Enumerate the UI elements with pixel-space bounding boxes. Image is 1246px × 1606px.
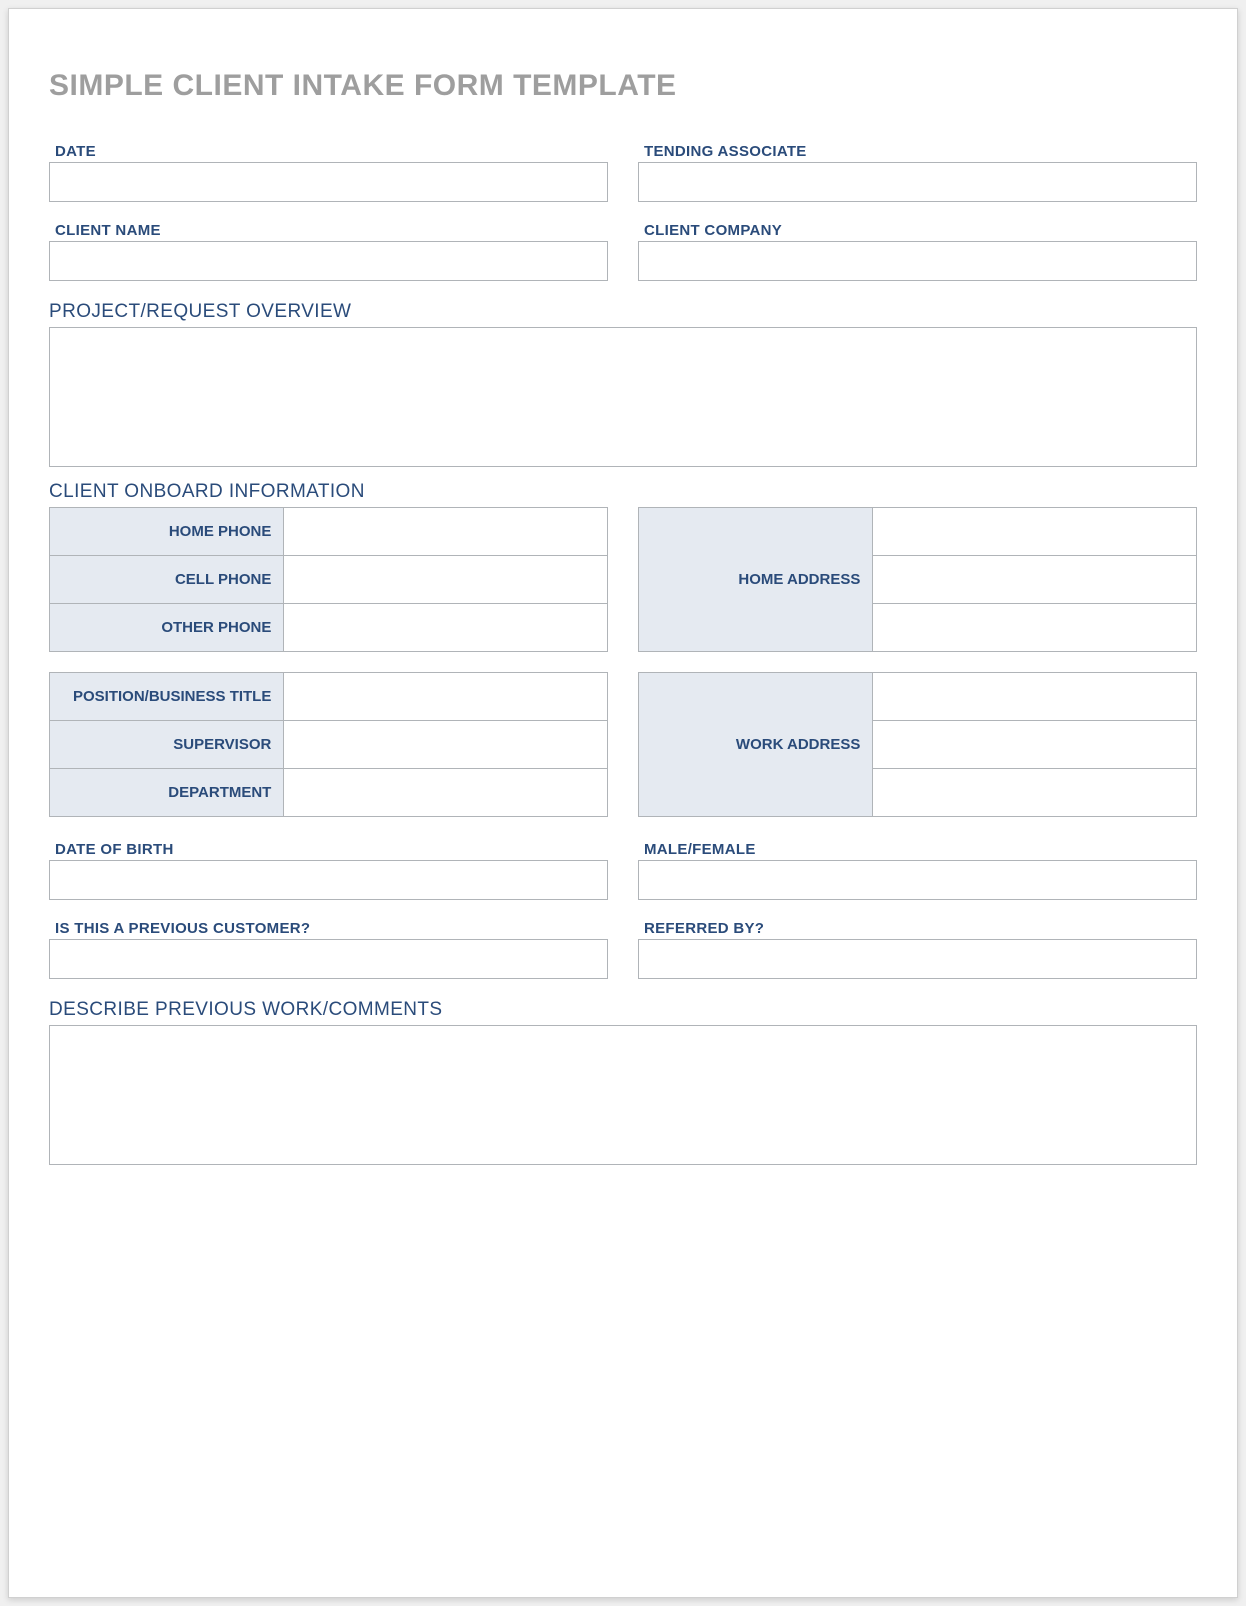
referred-by-label: REFERRED BY?	[644, 920, 1197, 937]
home-phone-label: HOME PHONE	[50, 508, 284, 556]
previous-customer-label: IS THIS A PREVIOUS CUSTOMER?	[55, 920, 608, 937]
dob-label: DATE OF BIRTH	[55, 841, 608, 858]
tending-associate-label: TENDING ASSOCIATE	[644, 143, 1197, 160]
supervisor-label: SUPERVISOR	[50, 721, 284, 769]
previous-customer-input[interactable]	[49, 939, 608, 979]
position-label: POSITION/BUSINESS TITLE	[50, 673, 284, 721]
date-input[interactable]	[49, 162, 608, 202]
dob-input[interactable]	[49, 860, 608, 900]
gender-input[interactable]	[638, 860, 1197, 900]
home-address-input-2[interactable]	[873, 556, 1196, 603]
project-overview-label: PROJECT/REQUEST OVERVIEW	[49, 301, 1197, 323]
work-address-input-1[interactable]	[873, 673, 1196, 720]
date-label: DATE	[55, 143, 608, 160]
gender-label: MALE/FEMALE	[644, 841, 1197, 858]
cell-phone-label: CELL PHONE	[50, 556, 284, 604]
home-phone-input[interactable]	[284, 508, 607, 555]
client-onboard-label: CLIENT ONBOARD INFORMATION	[49, 481, 1197, 503]
row-date-associate: DATE TENDING ASSOCIATE	[49, 143, 1197, 202]
phones-table: HOME PHONE CELL PHONE OTHER PHONE	[49, 507, 608, 652]
project-overview-section: PROJECT/REQUEST OVERVIEW	[49, 301, 1197, 467]
referred-by-input[interactable]	[638, 939, 1197, 979]
client-company-label: CLIENT COMPANY	[644, 222, 1197, 239]
work-address-table: WORK ADDRESS	[638, 672, 1197, 817]
client-name-input[interactable]	[49, 241, 608, 281]
row-client-name-company: CLIENT NAME CLIENT COMPANY	[49, 222, 1197, 281]
home-address-table: HOME ADDRESS	[638, 507, 1197, 652]
position-table: POSITION/BUSINESS TITLE SUPERVISOR DEPAR…	[49, 672, 608, 817]
home-address-label: HOME ADDRESS	[639, 508, 873, 652]
home-address-input-1[interactable]	[873, 508, 1196, 555]
home-address-input-3[interactable]	[873, 604, 1196, 651]
cell-phone-input[interactable]	[284, 556, 607, 603]
position-input[interactable]	[284, 673, 607, 720]
department-input[interactable]	[284, 769, 607, 816]
row-previous-referred: IS THIS A PREVIOUS CUSTOMER? REFERRED BY…	[49, 920, 1197, 979]
project-overview-textarea[interactable]	[49, 327, 1197, 467]
other-phone-input[interactable]	[284, 604, 607, 651]
work-address-input-2[interactable]	[873, 721, 1196, 768]
client-name-label: CLIENT NAME	[55, 222, 608, 239]
supervisor-input[interactable]	[284, 721, 607, 768]
work-address-label: WORK ADDRESS	[639, 673, 873, 817]
row-dob-gender: DATE OF BIRTH MALE/FEMALE	[49, 841, 1197, 900]
describe-previous-section: DESCRIBE PREVIOUS WORK/COMMENTS	[49, 999, 1197, 1165]
describe-previous-textarea[interactable]	[49, 1025, 1197, 1165]
department-label: DEPARTMENT	[50, 769, 284, 817]
work-address-input-3[interactable]	[873, 769, 1196, 816]
client-intake-form: SIMPLE CLIENT INTAKE FORM TEMPLATE DATE …	[8, 8, 1238, 1598]
onboard-phones-address-row: HOME PHONE CELL PHONE OTHER PHONE HOME A…	[49, 507, 1197, 652]
form-title: SIMPLE CLIENT INTAKE FORM TEMPLATE	[49, 69, 1197, 103]
onboard-position-workaddress-row: POSITION/BUSINESS TITLE SUPERVISOR DEPAR…	[49, 672, 1197, 817]
client-company-input[interactable]	[638, 241, 1197, 281]
describe-previous-label: DESCRIBE PREVIOUS WORK/COMMENTS	[49, 999, 1197, 1021]
other-phone-label: OTHER PHONE	[50, 604, 284, 652]
tending-associate-input[interactable]	[638, 162, 1197, 202]
